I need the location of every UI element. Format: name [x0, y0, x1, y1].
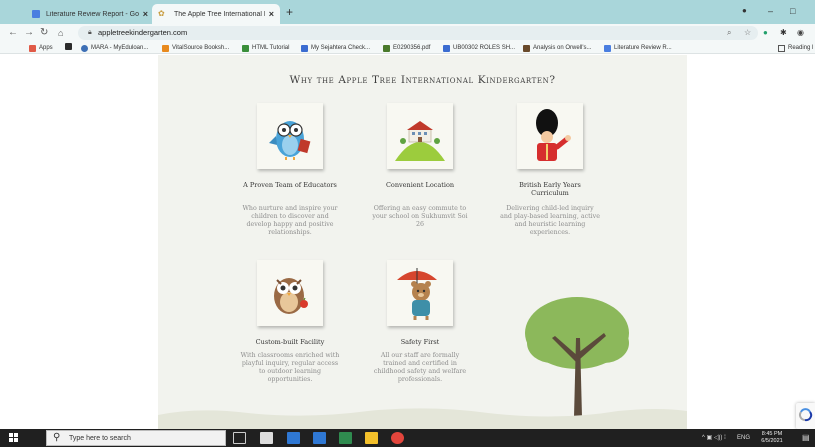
forward-icon[interactable]: → [24, 26, 34, 40]
location-illustration [387, 103, 453, 169]
bookmark-favicon-icon [604, 44, 611, 52]
search-icon[interactable]: ⌕ [727, 27, 731, 39]
google-docs-icon [32, 10, 40, 18]
bookmark-pdf[interactable]: E0290356.pdf [383, 43, 430, 53]
language-indicator[interactable]: ENG [737, 434, 750, 442]
bookmark-dark[interactable] [65, 43, 75, 50]
tab-apple-tree[interactable]: ✿ The Apple Tree International Kin × [152, 4, 280, 24]
bookmark-favicon-icon [383, 44, 390, 52]
search-icon: ⚲ [53, 432, 61, 443]
hills-decoration [158, 408, 687, 429]
calculator-icon[interactable] [313, 432, 326, 444]
search-placeholder: Type here to search [69, 435, 131, 442]
windows-start-icon[interactable] [9, 433, 19, 443]
lock-icon[interactable]: 🔒︎ [88, 28, 92, 38]
tray-icons[interactable]: ^ ▣ ◁)) ⁞ [702, 434, 726, 442]
feature-title: Safety First [400, 338, 440, 346]
reading-list-icon [778, 44, 785, 52]
bookmark-favicon-icon [65, 43, 72, 50]
clock-time: 8:45 PM [761, 431, 783, 437]
educators-illustration [257, 103, 323, 169]
minimize-button[interactable]: – [768, 5, 773, 17]
taskbar-search-box[interactable]: ⚲ Type here to search [46, 430, 226, 446]
extensions-puzzle-icon[interactable]: ✱ [780, 27, 787, 39]
feature-description: Delivering child-led inquiry and play-ba… [500, 205, 600, 236]
reload-icon[interactable]: ↻ [40, 26, 48, 40]
clock-date: 6/5/2021 [761, 438, 783, 444]
owl-teacher-icon [269, 121, 311, 160]
bookmark-apps[interactable]: Apps [29, 43, 53, 53]
new-tab-button[interactable]: + [286, 5, 293, 19]
reading-list[interactable]: Reading l [778, 43, 813, 53]
bookmark-orwell[interactable]: Analysis on Orwell's... [523, 43, 592, 53]
windows-taskbar: ⚲ Type here to search ^ ▣ ◁)) ⁞ ENG 8:45… [0, 429, 815, 447]
bookmark-favicon-icon [523, 44, 530, 52]
store-icon[interactable] [260, 432, 273, 444]
system-clock[interactable]: 8:45 PM 6/5/2021 [757, 431, 787, 445]
feature-title: Custom-built Facility [255, 338, 325, 346]
bear-with-umbrella-icon [397, 268, 437, 320]
bookmark-star-icon[interactable]: ☆ [744, 27, 751, 39]
apps-grid-icon [29, 44, 36, 52]
features-section: Why the Apple Tree International Kinderg… [158, 55, 687, 429]
toolbar: ← → ↻ ⌂ 🔒︎ appletreekindergarten.com ⌕ ☆… [0, 24, 815, 42]
feature-title: A Proven Team of Educators [243, 181, 337, 189]
bookmark-html-tutorial[interactable]: HTML Tutorial [242, 43, 289, 53]
school-on-hill-icon [395, 121, 445, 161]
tab-title: The Apple Tree International Kin [174, 10, 265, 18]
screen: Literature Review Report - Googl × ✿ The… [0, 0, 815, 447]
back-icon[interactable]: ← [8, 26, 18, 40]
section-heading: Why the Apple Tree International Kinderg… [289, 74, 556, 86]
bookmark-favicon-icon [301, 44, 308, 52]
url-text[interactable]: appletreekindergarten.com [98, 28, 187, 38]
bookmarks-bar: Apps MARA - MyEduloan... VitalSource Boo… [0, 42, 815, 54]
close-tab-icon[interactable]: × [269, 9, 274, 19]
feature-title: Convenient Location [385, 181, 455, 189]
bookmark-favicon-icon [81, 44, 88, 52]
notification-icon[interactable]: ▤ [802, 434, 810, 442]
recaptcha-badge[interactable] [796, 403, 815, 429]
feature-title: British Early Years Curriculum [519, 181, 581, 197]
feature-description: Who nurture and inspire your children to… [242, 205, 338, 236]
safety-illustration [387, 260, 453, 326]
bookmark-mysejahtera[interactable]: My Sejahtera Check... [301, 43, 370, 53]
feature-description: Offering an easy commute to your school … [372, 205, 468, 228]
facility-illustration [257, 260, 323, 326]
chrome-icon[interactable] [391, 432, 404, 444]
recaptcha-icon [799, 408, 813, 422]
bookmark-ub00302[interactable]: UB00302 ROLES SH... [443, 43, 515, 53]
page-viewport: Why the Apple Tree International Kinderg… [0, 55, 815, 429]
mail-icon[interactable] [287, 432, 300, 444]
profile-avatar-icon[interactable]: ◉ [797, 27, 804, 39]
curriculum-illustration [517, 103, 583, 169]
bookmark-vitalsource[interactable]: VitalSource Booksh... [162, 43, 229, 53]
tree-illustration-icon [525, 297, 629, 417]
tab-literature-review[interactable]: Literature Review Report - Googl × [26, 4, 154, 24]
tab-strip: Literature Review Report - Googl × ✿ The… [0, 0, 815, 24]
bookmark-favicon-icon [162, 44, 169, 52]
bookmark-favicon-icon [242, 44, 249, 52]
record-icon: ● [742, 6, 747, 15]
royal-guard-icon [536, 109, 571, 161]
extension-grammarly-icon[interactable]: ● [763, 27, 768, 39]
home-icon[interactable]: ⌂ [58, 26, 63, 40]
bookmark-literature-review[interactable]: Literature Review R... [604, 43, 672, 53]
task-view-icon[interactable] [233, 432, 246, 444]
tab-title: Literature Review Report - Googl [46, 10, 139, 18]
feature-description: All our staff are formally trained and c… [373, 352, 467, 383]
bookmark-mara[interactable]: MARA - MyEduloan... [81, 43, 148, 53]
apple-tree-favicon-icon: ✿ [158, 9, 165, 18]
close-tab-icon[interactable]: × [143, 9, 148, 19]
feature-description: With classrooms enriched with playful in… [240, 352, 340, 383]
file-explorer-icon[interactable] [365, 432, 378, 444]
owl-with-apple-icon [274, 278, 308, 314]
bookmark-favicon-icon [443, 44, 450, 52]
maximize-button[interactable]: □ [790, 5, 795, 17]
excel-icon[interactable] [339, 432, 352, 444]
